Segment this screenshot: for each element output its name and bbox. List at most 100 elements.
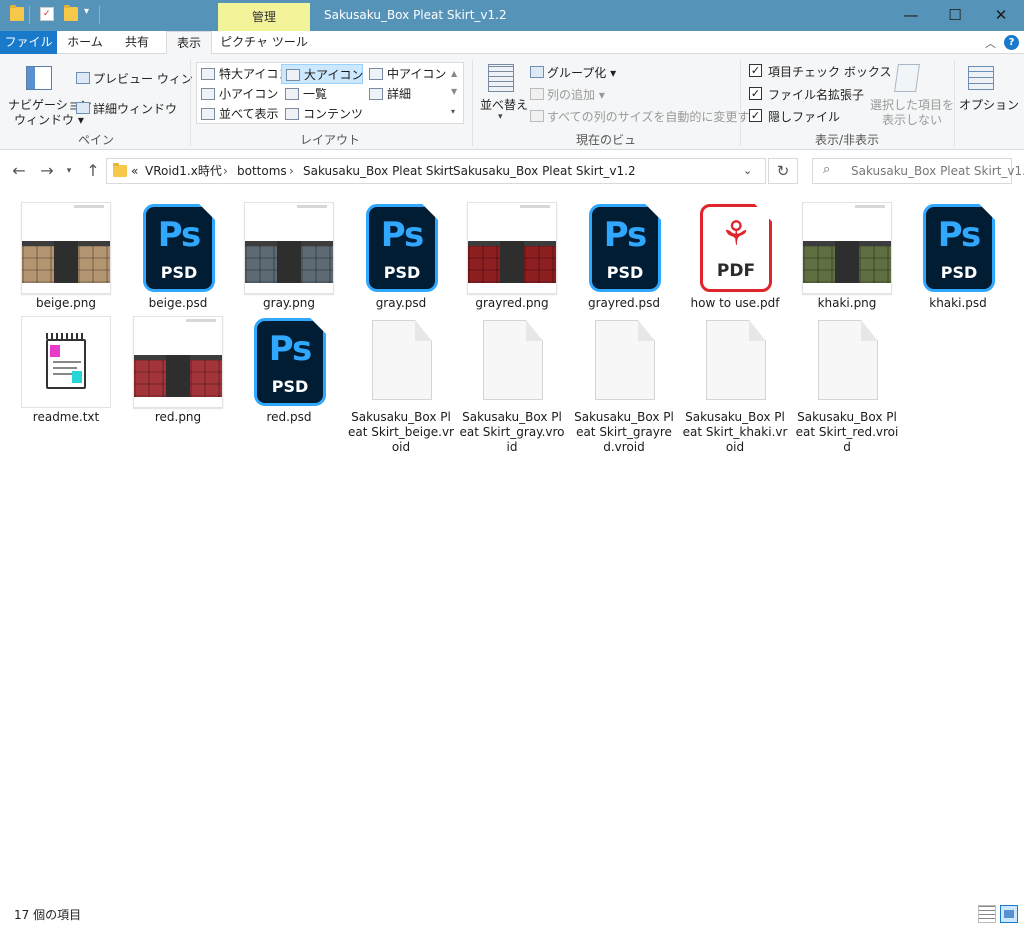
gallery-scroll-down-icon[interactable]: ▼ [451, 83, 457, 101]
photoshop-icon: Ps PSD [913, 202, 1003, 294]
search-input[interactable]: ⌕ Sakusaku_Box Pleat Skirt_v1.... [812, 158, 1024, 184]
file-extensions-checkbox[interactable]: ✓ [749, 87, 762, 100]
options-button[interactable]: オプション [959, 96, 1019, 113]
blank-file-icon [356, 316, 446, 408]
divider [190, 60, 191, 146]
up-arrow-icon[interactable]: ↑ [82, 160, 104, 182]
chevron-down-icon: ▾ [498, 112, 503, 122]
properties-icon[interactable]: ✓ [40, 7, 54, 21]
recent-locations-icon[interactable]: ▾ [62, 160, 76, 182]
file-list: beige.png Ps PSD beige.psd gray.png Ps PSD gray… [0, 192, 1024, 902]
file-name: khaki.psd [929, 296, 987, 310]
image-thumbnail [133, 316, 223, 408]
preview-pane-icon [76, 72, 90, 84]
breadcrumb-item[interactable]: VRoid1.x時代 [145, 159, 222, 183]
blank-file-icon [690, 316, 780, 408]
breadcrumb-item[interactable]: Sakusaku_Box Pleat Skirt_v1.2 [453, 159, 636, 183]
close-button[interactable]: ✕ [978, 0, 1024, 31]
new-folder-icon[interactable] [64, 5, 78, 21]
picture-manage-context-tab[interactable]: 管理 [218, 3, 310, 31]
add-columns-button[interactable]: 列の追加 ▾ [547, 86, 605, 103]
file-name: red.psd [266, 410, 312, 424]
image-thumbnail [21, 202, 111, 294]
layout-extra-large-icons[interactable]: 特大アイコン [197, 64, 290, 84]
layout-gallery: 特大アイコン 大アイコン 中アイコン 小アイコン 一覧 詳細 並べて表示 コンテ… [196, 62, 464, 124]
chevron-down-icon[interactable]: ⌄ [743, 159, 752, 183]
file-name: grayred.psd [588, 296, 660, 310]
layout-large-icons[interactable]: 大アイコン [281, 64, 363, 84]
status-bar: 17 個の項目 [0, 902, 1024, 926]
breadcrumb-overflow[interactable]: « [131, 159, 138, 183]
group-by-icon [530, 66, 544, 78]
customize-quick-access-icon[interactable]: ▾ [84, 6, 89, 17]
blank-file-icon [579, 316, 669, 408]
navigation-pane-dropdown[interactable]: ウィンドウ ▾ [14, 111, 84, 128]
layout-tiles[interactable]: 並べて表示 [197, 104, 281, 124]
navigation-bar: ← → ▾ ↑ « VRoid1.x時代 › bottoms › Sakusak… [0, 150, 1024, 192]
file-extensions-label[interactable]: ファイル名拡張子 [768, 86, 864, 103]
tab-share[interactable]: 共有 [114, 31, 160, 54]
hide-selected-icon[interactable] [894, 64, 920, 92]
search-placeholder: Sakusaku_Box Pleat Skirt_v1.... [851, 164, 1024, 178]
title-bar: ✓ ▾ 管理 Sakusaku_Box Pleat Skirt_v1.2 — ☐… [0, 0, 1024, 31]
blank-file-icon [467, 316, 557, 408]
layout-medium-icons[interactable]: 中アイコン [365, 64, 449, 84]
search-icon: ⌕ [823, 162, 831, 177]
details-view-icon[interactable] [978, 905, 996, 923]
forward-arrow-icon[interactable]: → [36, 160, 58, 182]
help-icon[interactable]: ? [1004, 35, 1019, 50]
chevron-right-icon[interactable]: › [223, 159, 228, 183]
notepad-icon [21, 316, 111, 408]
sort-by-icon[interactable] [488, 64, 514, 92]
file-name: beige.png [36, 296, 96, 310]
tab-view[interactable]: 表示 [166, 31, 212, 55]
folder-icon [113, 163, 127, 177]
details-pane-icon [76, 102, 90, 114]
file-name: beige.psd [148, 296, 208, 310]
navigation-pane-icon[interactable] [26, 66, 52, 90]
large-icons-view-icon[interactable] [1000, 905, 1018, 923]
breadcrumb-item[interactable]: Sakusaku_Box Pleat Skirt [303, 159, 453, 183]
item-checkboxes-checkbox[interactable]: ✓ [749, 64, 762, 77]
options-icon[interactable] [968, 66, 994, 90]
layout-list[interactable]: 一覧 [281, 84, 363, 104]
photoshop-icon: Ps PSD [356, 202, 446, 294]
gallery-scroll-up-icon[interactable]: ▲ [451, 65, 457, 83]
layout-details[interactable]: 詳細 [365, 84, 449, 104]
gallery-expand-icon[interactable]: ▾ [451, 103, 455, 121]
maximize-button[interactable]: ☐ [932, 0, 978, 31]
layout-small-icons[interactable]: 小アイコン [197, 84, 281, 104]
add-columns-icon [530, 88, 544, 100]
hidden-items-label[interactable]: 隠しファイル [768, 108, 840, 125]
layout-content[interactable]: コンテンツ [281, 104, 363, 124]
file-name: gray.png [263, 296, 315, 310]
folder-icon [10, 5, 24, 21]
collapse-ribbon-icon[interactable]: ︿ [985, 35, 996, 51]
chevron-right-icon[interactable]: › [439, 159, 444, 183]
address-bar[interactable]: « VRoid1.x時代 › bottoms › Sakusaku_Box Pl… [106, 158, 766, 184]
tab-file[interactable]: ファイル [0, 31, 57, 54]
tab-picture-tools[interactable]: ピクチャ ツール [218, 31, 310, 54]
details-pane-button[interactable]: 詳細ウィンドウ [93, 100, 177, 117]
chevron-right-icon[interactable]: › [289, 159, 294, 183]
file-name: Sakusaku_Box Pleat Skirt_grayred.vroid [574, 410, 674, 454]
group-label-pane: ペイン [77, 133, 114, 147]
item-count: 17 個の項目 [14, 908, 82, 922]
group-by-button[interactable]: グループ化 ▾ [547, 64, 616, 81]
file-name: Sakusaku_Box Pleat Skirt_gray.vroid [459, 410, 565, 454]
tab-home[interactable]: ホーム [60, 31, 110, 54]
refresh-icon[interactable]: ↻ [768, 158, 798, 184]
file-name: how to use.pdf [690, 296, 780, 310]
hidden-items-checkbox[interactable]: ✓ [749, 109, 762, 122]
item-checkboxes-label[interactable]: 項目チェック ボックス [768, 63, 891, 80]
photoshop-icon: Ps PSD [244, 316, 334, 408]
sort-by-button[interactable]: 並べ替え [480, 96, 528, 113]
file-name: grayred.png [475, 296, 549, 310]
breadcrumb-item[interactable]: bottoms [237, 159, 287, 183]
divider [29, 6, 30, 24]
minimize-button[interactable]: — [888, 0, 934, 31]
back-arrow-icon[interactable]: ← [8, 160, 30, 182]
size-columns-button[interactable]: すべての列のサイズを自動的に変更する [547, 108, 761, 125]
file-name: Sakusaku_Box Pleat Skirt_beige.vroid [348, 410, 454, 454]
ribbon-tabs: ファイル ホーム 共有 表示 ピクチャ ツール ︿ ? [0, 31, 1024, 55]
